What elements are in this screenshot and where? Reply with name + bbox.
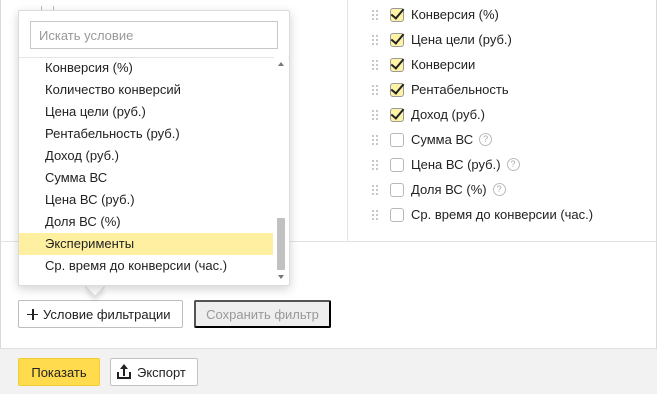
metric-label: Конверсия (%) xyxy=(411,7,499,22)
condition-option[interactable]: Сумма ВС xyxy=(19,167,273,189)
condition-option[interactable]: Доля ВС (%) xyxy=(19,211,273,233)
help-icon[interactable]: ? xyxy=(506,158,520,171)
metric-label: Сумма ВС xyxy=(411,132,474,147)
plus-icon xyxy=(27,308,38,320)
condition-option[interactable]: Цена ВС (руб.) xyxy=(19,189,273,211)
metric-label: Доля ВС (%) xyxy=(411,182,487,197)
drag-handle-icon[interactable] xyxy=(372,209,382,221)
condition-search-input[interactable] xyxy=(30,21,278,49)
column-divider xyxy=(347,0,348,241)
metric-row[interactable]: Доля ВС (%)? xyxy=(372,177,593,202)
scroll-down-arrow-icon[interactable] xyxy=(278,275,284,279)
metric-checkbox[interactable] xyxy=(390,7,404,22)
metric-checkbox[interactable] xyxy=(390,107,404,122)
add-filter-condition-label: Условие фильтрации xyxy=(43,306,171,322)
condition-dropdown: Конверсия (%)Количество конверсийЦена це… xyxy=(18,10,290,286)
condition-option-list: Конверсия (%) Количество конверсий Цена це… xyxy=(19,57,273,277)
add-filter-condition-button[interactable]: Условие фильтрации xyxy=(18,300,183,328)
scroll-up-arrow-icon[interactable] xyxy=(278,62,284,66)
export-label: Экспорт xyxy=(137,364,186,380)
metric-label: Доход (руб.) xyxy=(411,107,485,122)
drag-handle-icon[interactable] xyxy=(372,184,382,196)
drag-handle-icon[interactable] xyxy=(372,134,382,146)
metric-row[interactable]: Конверсии xyxy=(372,52,593,77)
metric-checkbox[interactable] xyxy=(390,207,404,222)
scrollbar-thumb[interactable] xyxy=(277,218,285,270)
metric-checkbox[interactable] xyxy=(390,182,404,197)
metric-label: Рентабельность xyxy=(411,82,509,97)
condition-option[interactable]: Цена цели (руб.) xyxy=(19,101,273,123)
metric-row[interactable]: Рентабельность xyxy=(372,77,593,102)
metric-checkbox[interactable] xyxy=(390,32,404,47)
dropdown-scrollbar[interactable] xyxy=(274,57,288,285)
condition-option[interactable]: Количество конверсий xyxy=(19,79,273,101)
metric-row[interactable]: Доход (руб.) xyxy=(372,102,593,127)
condition-option[interactable]: Рентабельность (руб.) xyxy=(19,123,273,145)
metric-checkbox[interactable] xyxy=(390,82,404,97)
drag-handle-icon[interactable] xyxy=(372,59,382,71)
metric-checkbox[interactable] xyxy=(390,157,404,172)
metric-row[interactable]: Сумма ВС? xyxy=(372,127,593,152)
metric-label: Ср. время до конверсии (час.) xyxy=(411,207,594,222)
condition-option[interactable]: Конверсия (%) xyxy=(19,57,273,79)
help-icon[interactable]: ? xyxy=(479,133,493,146)
metric-row[interactable]: Ср. время до конверсии (час.) xyxy=(372,202,593,227)
condition-option[interactable]: Доход (руб.) xyxy=(19,145,273,167)
drag-handle-icon[interactable] xyxy=(372,84,382,96)
metric-checkbox[interactable] xyxy=(390,57,404,72)
drag-handle-icon[interactable] xyxy=(372,109,382,121)
metric-row[interactable]: Конверсия (%) xyxy=(372,2,593,27)
drag-handle-icon[interactable] xyxy=(372,159,382,171)
drag-handle-icon[interactable] xyxy=(372,34,382,46)
metric-label: Конверсии xyxy=(411,57,476,72)
condition-option[interactable]: Эксперименты xyxy=(19,233,273,255)
help-icon[interactable]: ? xyxy=(492,183,506,196)
metric-checkbox[interactable] xyxy=(390,132,404,147)
metric-list: Конверсия (%) Цена цели (руб.) Конверсии Ре… xyxy=(372,2,593,227)
export-button[interactable]: Экспорт xyxy=(110,358,198,386)
metric-label: Цена ВС (руб.) xyxy=(411,157,501,172)
drag-handle-icon[interactable] xyxy=(372,9,382,21)
condition-option[interactable]: Ср. время до конверсии (час.) xyxy=(19,255,273,277)
save-filter-button[interactable]: Сохранить фильтр xyxy=(194,300,331,328)
export-icon xyxy=(117,364,131,379)
metric-row[interactable]: Цена цели (руб.) xyxy=(372,27,593,52)
metric-row[interactable]: Цена ВС (руб.)? xyxy=(372,152,593,177)
metric-label: Цена цели (руб.) xyxy=(411,32,512,47)
show-button[interactable]: Показать xyxy=(18,358,100,386)
